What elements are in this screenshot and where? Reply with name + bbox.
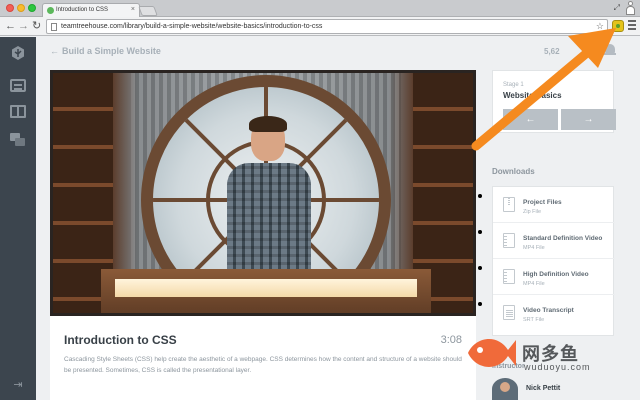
- window-close-button[interactable]: [6, 4, 14, 12]
- video-desk: [101, 269, 431, 313]
- watermark-url: wuduoyu.com: [524, 362, 591, 372]
- library-icon[interactable]: [10, 79, 26, 92]
- video-presenter: [219, 116, 319, 289]
- zip-file-icon: [503, 197, 515, 212]
- window-maximize-button[interactable]: [28, 4, 36, 12]
- window-minimize-button[interactable]: [17, 4, 25, 12]
- video-file-icon: [503, 233, 515, 248]
- video-duration: 3:08: [440, 334, 462, 346]
- download-item[interactable]: Project Files Zip File: [493, 187, 615, 223]
- treehouse-logo-icon[interactable]: [10, 45, 26, 60]
- download-item[interactable]: Video Transcript SRT File: [493, 295, 615, 331]
- reload-icon[interactable]: ↻: [32, 19, 41, 33]
- downloads-list: Project Files Zip File Standard Definiti…: [492, 186, 615, 336]
- video-title: Introduction to CSS: [64, 333, 177, 347]
- download-item[interactable]: High Definition Video MP4 File: [493, 259, 615, 295]
- download-type: MP4 File: [523, 245, 545, 251]
- tab-title: Introduction to CSS: [56, 7, 109, 13]
- download-name: Project Files: [523, 199, 562, 206]
- forward-arrow-icon[interactable]: →: [18, 19, 29, 33]
- app-sidebar: ⇥: [0, 37, 36, 400]
- video-details: Introduction to CSS 3:08 Cascading Style…: [50, 316, 476, 400]
- sign-out-icon[interactable]: ⇥: [10, 379, 26, 392]
- download-name: Standard Definition Video: [523, 235, 603, 242]
- profile-icon[interactable]: [626, 1, 635, 15]
- browser-tab[interactable]: Introduction to CSS ×: [42, 3, 140, 17]
- download-type: SRT File: [523, 317, 545, 323]
- download-type: MP4 File: [523, 281, 545, 287]
- download-name: High Definition Video: [523, 271, 589, 278]
- video-description: Cascading Style Sheets (CSS) help create…: [64, 356, 462, 374]
- downloads-heading: Downloads: [492, 167, 535, 176]
- download-item[interactable]: Standard Definition Video MP4 File: [493, 223, 615, 259]
- fish-logo-icon: [468, 339, 516, 367]
- forum-icon[interactable]: [10, 133, 26, 146]
- book-icon[interactable]: [10, 105, 26, 118]
- treehouse-favicon-icon: [47, 7, 54, 14]
- new-tab-button[interactable]: [138, 6, 158, 16]
- page-icon: [51, 23, 57, 31]
- video-player[interactable]: [50, 70, 476, 316]
- tab-close-icon[interactable]: ×: [131, 6, 135, 13]
- back-arrow-icon[interactable]: ←: [5, 19, 16, 33]
- breadcrumb-back-link[interactable]: ← Build a Simple Website: [50, 46, 161, 56]
- download-name: Video Transcript: [523, 307, 574, 314]
- back-arrow-icon: ←: [50, 46, 59, 56]
- video-file-icon: [503, 269, 515, 284]
- download-type: Zip File: [523, 209, 542, 215]
- address-url: teamtreehouse.com/library/build-a-simple…: [61, 23, 323, 30]
- tutorial-arrow-annotation: [471, 28, 616, 151]
- watermark: 网多鱼 wuduoyu.com: [462, 330, 632, 400]
- browser-menu-icon[interactable]: [628, 20, 636, 30]
- fullscreen-icon[interactable]: ⤢: [614, 3, 620, 13]
- browser-tab-bar: Introduction to CSS × ⤢: [0, 0, 640, 17]
- back-link-label: Build a Simple Website: [62, 46, 161, 56]
- document-file-icon: [503, 305, 515, 320]
